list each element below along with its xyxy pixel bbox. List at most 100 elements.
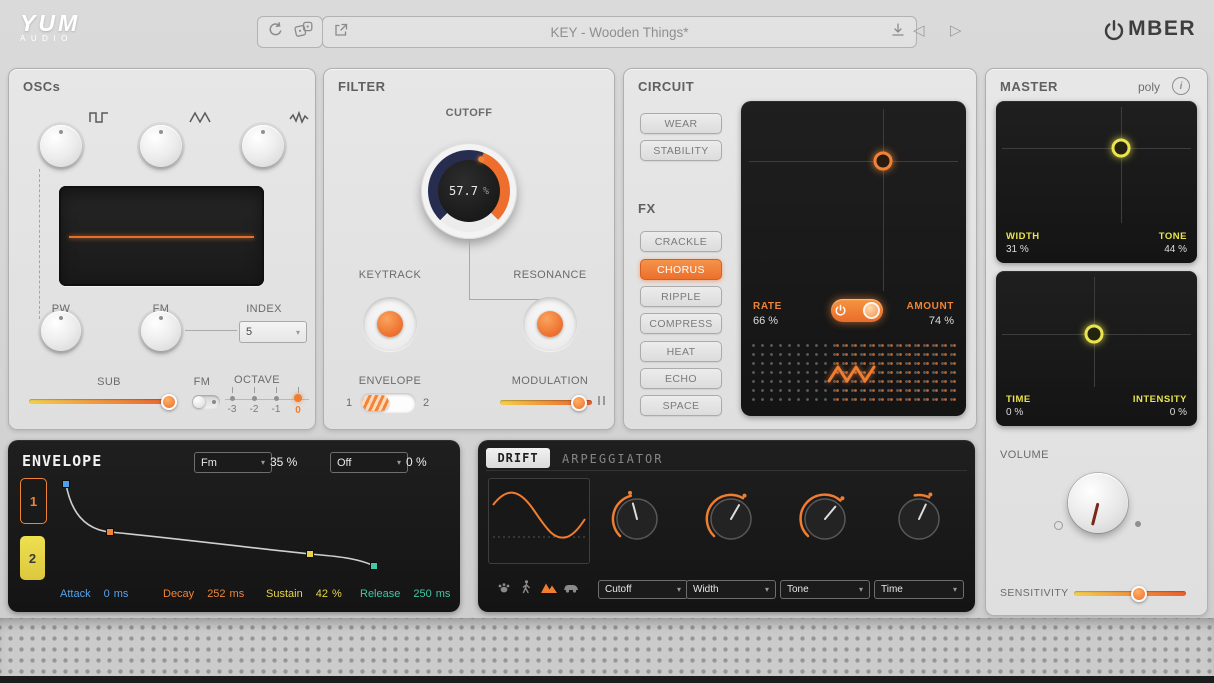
pw-knob[interactable]	[41, 311, 81, 351]
width-tone-handle[interactable]	[1112, 139, 1131, 158]
info-icon[interactable]: i	[1172, 77, 1190, 95]
fx-button-ripple[interactable]: RIPPLE	[640, 286, 722, 307]
circuit-xy-handle[interactable]	[874, 152, 893, 171]
drift-knob-2[interactable]	[703, 489, 759, 545]
sub-slider[interactable]	[29, 399, 175, 404]
walker-icon[interactable]	[518, 579, 534, 600]
envelope-select-toggle[interactable]	[360, 393, 416, 413]
undo-icon[interactable]	[267, 21, 284, 43]
crosshair-vertical	[1121, 107, 1122, 223]
toggle-handle[interactable]	[362, 395, 389, 411]
dot-matrix	[749, 341, 958, 407]
envelope-tab-1[interactable]: 1	[20, 478, 47, 524]
fm-index-connector	[185, 330, 237, 331]
drift-knob-3[interactable]	[797, 489, 853, 545]
osc3-knob[interactable]	[242, 125, 284, 167]
volume-label: VOLUME	[1000, 449, 1049, 461]
decay-value[interactable]: 252	[207, 588, 225, 600]
env-option-2[interactable]: 2	[423, 397, 430, 409]
chorus-power-toggle[interactable]	[831, 299, 883, 322]
tab-drift[interactable]: DRIFT	[486, 448, 550, 468]
cutoff-label: CUTOFF	[324, 107, 614, 119]
master-panel: MASTER poly i WIDTH 31 % TONE 44 % TIME …	[985, 68, 1208, 616]
preset-name[interactable]: KEY - Wooden Things*	[349, 25, 890, 40]
dice-icon[interactable]	[294, 21, 313, 43]
fm-amount-knob[interactable]	[141, 311, 181, 351]
drift-target-select-3[interactable]: Tone ▾	[780, 580, 870, 599]
preset-browser-bar[interactable]: KEY - Wooden Things*	[322, 16, 917, 48]
stability-button[interactable]: STABILITY	[640, 140, 722, 161]
export-icon[interactable]	[333, 22, 349, 43]
fx-button-space[interactable]: SPACE	[640, 395, 722, 416]
car-icon[interactable]	[562, 581, 580, 599]
mod1-amount[interactable]: 35 %	[270, 455, 297, 469]
fx-button-echo[interactable]: ECHO	[640, 368, 722, 389]
octave-dot[interactable]	[252, 396, 257, 401]
brand-text: MBER	[1128, 17, 1196, 41]
release-value[interactable]: 250	[413, 588, 431, 600]
release-node[interactable]	[371, 563, 378, 570]
octave-dot[interactable]	[294, 394, 302, 402]
drift-target-select-4[interactable]: Time ▾	[874, 580, 964, 599]
envelope-curve-display[interactable]	[52, 474, 454, 580]
volume-knob[interactable]	[1068, 473, 1128, 533]
speaker-grille	[0, 618, 1214, 683]
slider-handle[interactable]	[161, 394, 177, 410]
toggle-handle[interactable]	[193, 396, 205, 408]
width-tone-pad[interactable]: WIDTH 31 % TONE 44 %	[996, 101, 1197, 263]
osc1-knob[interactable]	[40, 125, 82, 167]
index-select[interactable]: 5 ▾	[239, 321, 307, 343]
drift-wave-display	[488, 478, 590, 564]
attack-value[interactable]: 0	[104, 588, 110, 600]
octave-step-minus1[interactable]: -1	[265, 387, 287, 416]
master-title: MASTER	[1000, 79, 1058, 94]
mod1-target-select[interactable]: Fm ▾	[194, 452, 272, 473]
paw-icon[interactable]	[496, 579, 512, 600]
fx-button-chorus[interactable]: CHORUS	[640, 259, 722, 280]
voice-mode-label[interactable]: poly	[1138, 80, 1160, 94]
octave-selector[interactable]: -3 -2 -1 0	[221, 387, 309, 416]
save-icon[interactable]	[890, 22, 906, 43]
fx-button-heat[interactable]: HEAT	[640, 341, 722, 362]
time-intensity-pad[interactable]: TIME 0 % INTENSITY 0 %	[996, 271, 1197, 426]
octave-step-0[interactable]: 0	[287, 387, 309, 416]
slider-handle[interactable]	[571, 395, 587, 411]
resonance-knob[interactable]	[523, 297, 577, 351]
env-option-1[interactable]: 1	[346, 397, 353, 409]
octave-step-minus2[interactable]: -2	[243, 387, 265, 416]
index-value: 5	[246, 326, 252, 338]
wear-button[interactable]: WEAR	[640, 113, 722, 134]
prev-preset-button[interactable]: ◁	[913, 21, 925, 39]
sustain-node[interactable]	[307, 551, 314, 558]
sensitivity-slider[interactable]	[1074, 591, 1186, 596]
osc2-knob[interactable]	[140, 125, 182, 167]
drift-knob-1[interactable]	[609, 489, 665, 545]
toggle-handle[interactable]	[863, 302, 880, 319]
fx-button-compress[interactable]: COMPRESS	[640, 313, 722, 334]
fx-button-crackle[interactable]: CRACKLE	[640, 231, 722, 252]
octave-dot[interactable]	[230, 396, 235, 401]
slider-handle[interactable]	[1131, 586, 1147, 602]
keytrack-knob[interactable]	[363, 297, 417, 351]
decay-node[interactable]	[107, 529, 114, 536]
octave-step-minus3[interactable]: -3	[221, 387, 243, 416]
next-preset-button[interactable]: ▷	[950, 21, 962, 39]
decay-readout: Decay252ms	[163, 588, 244, 600]
mountains-icon[interactable]	[540, 580, 558, 599]
sustain-value[interactable]: 42	[316, 588, 328, 600]
drift-target-select-2[interactable]: Width ▾	[686, 580, 776, 599]
time-intensity-handle[interactable]	[1085, 325, 1104, 344]
mod2-amount[interactable]: 0 %	[406, 455, 427, 469]
attack-node[interactable]	[63, 481, 70, 488]
mod2-target-select[interactable]: Off ▾	[330, 452, 408, 473]
envelope-tab-2[interactable]: 2	[20, 536, 45, 580]
modulation-slider[interactable]	[500, 400, 592, 405]
chevron-down-icon: ▾	[677, 585, 681, 594]
octave-dot[interactable]	[274, 396, 279, 401]
drift-target-select-1[interactable]: Cutoff ▾	[598, 580, 688, 599]
fm-switch[interactable]	[192, 395, 220, 409]
tab-arpeggiator[interactable]: ARPEGGIATOR	[562, 452, 663, 466]
cutoff-knob[interactable]: 57.7 %	[421, 143, 517, 239]
release-readout: Release250ms	[360, 588, 450, 600]
drift-knob-4[interactable]	[891, 489, 947, 545]
